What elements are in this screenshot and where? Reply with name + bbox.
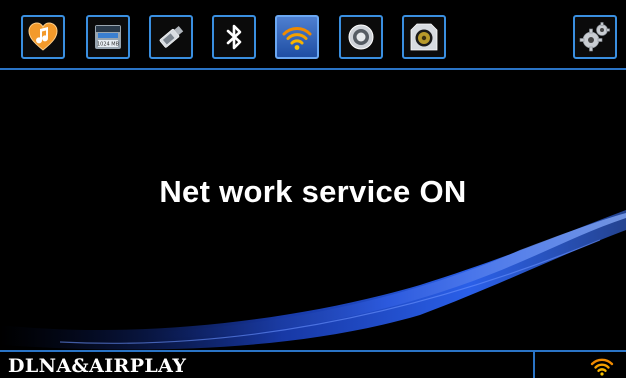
bluetooth-icon [226, 24, 242, 50]
settings-gears-icon [579, 22, 610, 52]
music-button[interactable] [21, 15, 65, 59]
background-wave [0, 210, 626, 350]
sd-card-button[interactable]: 1024 MB [86, 15, 130, 59]
toolbar: 1024 MB [0, 0, 626, 68]
main-panel: Net work service ON [0, 70, 626, 350]
sd-card-capacity: 1024 MB [97, 42, 120, 48]
usb-button[interactable] [149, 15, 193, 59]
bluetooth-button[interactable] [212, 15, 256, 59]
aux-button[interactable] [339, 15, 383, 59]
music-heart-icon [28, 22, 58, 51]
speaker-icon [410, 23, 438, 51]
mode-label: DLNA&AIRPLAY [8, 355, 187, 377]
settings-button[interactable] [573, 15, 617, 59]
status-message: Net work service ON [159, 174, 467, 209]
network-button[interactable] [275, 15, 319, 59]
sd-card-icon: 1024 MB [95, 25, 121, 49]
aux-input-icon [348, 24, 374, 50]
speaker-button[interactable] [402, 15, 446, 59]
screen: 1024 MB Net work service ON DLNA&AIRPLAY [0, 0, 626, 378]
statusbar-separator [533, 352, 535, 378]
wifi-network-icon [282, 27, 312, 50]
usb-drive-icon [159, 25, 184, 48]
wifi-signal-icon [590, 358, 614, 376]
